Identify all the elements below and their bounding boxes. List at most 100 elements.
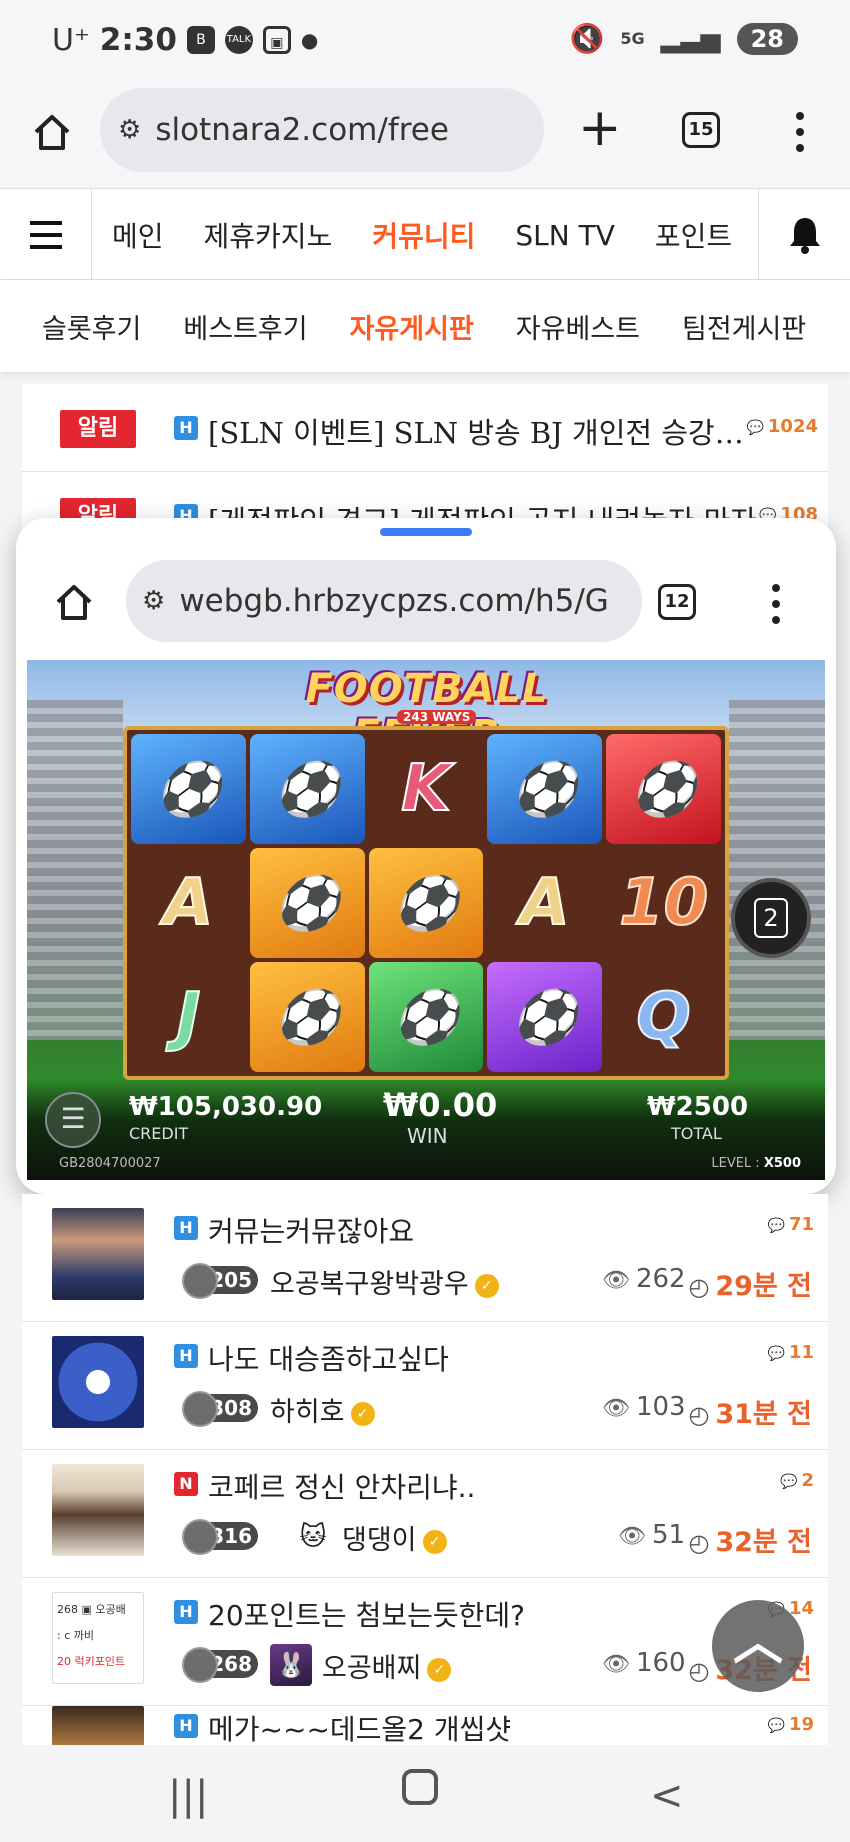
site-settings-icon[interactable]: ⚙ <box>118 115 141 145</box>
level-label: LEVEL : <box>711 1156 760 1171</box>
reel-symbol: ⚽ <box>487 962 603 1072</box>
reel-symbol: K <box>400 751 452 827</box>
post-thumbnail <box>52 1336 144 1428</box>
popup-url-bar[interactable]: ⚙ webgb.hrbzycpzs.com/h5/G <box>126 560 642 642</box>
author-name: 댕댕이 <box>342 1525 417 1556</box>
ways-badge: 243 WAYS <box>397 710 477 724</box>
win-value: ₩0.00 <box>383 1086 498 1124</box>
post-author[interactable]: 오공복구왕박광우 ✓ <box>270 1262 499 1301</box>
free-spin-counter[interactable]: 2 <box>731 878 811 958</box>
home-button-icon[interactable] <box>402 1769 438 1805</box>
dot-icon: ● <box>300 28 319 52</box>
popup-url-text: webgb.hrbzycpzs.com/h5/G <box>179 583 609 619</box>
post-author[interactable]: 댕댕이 ✓ <box>342 1518 447 1557</box>
home-icon[interactable] <box>52 580 96 624</box>
thumb-text-line: 268 ▣ 오공배 <box>57 1603 126 1616</box>
comment-count: 1024 <box>746 416 818 437</box>
user-level-badge: 268 <box>182 1647 258 1683</box>
tab-switcher-button[interactable]: 15 <box>682 112 720 148</box>
new-badge: N <box>174 1472 198 1496</box>
post-row[interactable]: H 나도 대승좀하고싶다 11 308 하히호✓ 103 31분 전 <box>22 1322 828 1450</box>
stadium-stand-left <box>27 700 123 1040</box>
mute-icon: 🔇 <box>569 22 605 55</box>
system-navigation-bar: ||| < <box>0 1745 850 1842</box>
scroll-to-top-button[interactable]: ︿ <box>712 1600 804 1692</box>
notice-badge: 알림 <box>60 410 136 448</box>
notice-row[interactable]: 알림 H [SLN 이벤트] SLN 방송 BJ 개인전 승강제 … 1024 <box>22 384 828 472</box>
more-options-icon[interactable] <box>796 112 804 160</box>
nav-item-community[interactable]: 커뮤니티 <box>372 215 475 255</box>
reel-symbol: ⚽ <box>606 734 721 844</box>
nav-item-main[interactable]: 메인 <box>112 215 164 255</box>
user-level-badge: 308 <box>182 1391 258 1427</box>
comment-count: 71 <box>768 1214 814 1235</box>
post-title: 커뮤는커뮤잖아요 <box>208 1215 415 1248</box>
reel-symbol: A <box>163 865 215 941</box>
browser-toolbar: ⚙ slotnara2.com/free + 15 <box>0 86 850 188</box>
reel-symbol: ⚽ <box>249 848 365 958</box>
popup-more-options-icon[interactable] <box>772 584 780 632</box>
recent-apps-icon[interactable]: ||| <box>168 1773 208 1819</box>
popup-browser-window: ⚙ webgb.hrbzycpzs.com/h5/G 12 FOOTBALL F… <box>16 518 836 1194</box>
verified-icon: ✓ <box>427 1657 452 1682</box>
kakaotalk-icon: TALK <box>224 26 253 54</box>
new-tab-icon[interactable]: + <box>578 98 622 158</box>
subnav-free-board[interactable]: 자유게시판 <box>350 307 474 346</box>
bell-icon[interactable] <box>758 189 850 281</box>
subnav-slot-review[interactable]: 슬롯후기 <box>42 307 141 346</box>
back-icon[interactable]: < <box>650 1773 684 1819</box>
notice-title: [SLN 이벤트] SLN 방송 BJ 개인전 승강제 … <box>208 416 764 450</box>
url-bar[interactable]: ⚙ slotnara2.com/free <box>100 88 544 172</box>
comment-count: 2 <box>780 1470 814 1491</box>
game-menu-icon[interactable]: ☰ <box>45 1092 101 1148</box>
reel-symbol: ⚽ <box>249 962 365 1072</box>
subnav-team-board[interactable]: 팀전게시판 <box>682 307 806 346</box>
community-sub-nav: 슬롯후기 베스트후기 자유게시판 자유베스트 팀전게시판 <box>0 280 850 372</box>
home-icon[interactable] <box>30 110 74 154</box>
verified-icon: ✓ <box>350 1401 375 1426</box>
user-avatar: 🐱 <box>292 1516 334 1558</box>
hot-badge: H <box>174 1344 198 1368</box>
slot-reels: ⚽ ⚽ K ⚽ ⚽ A ⚽ ⚽ A 10 J ⚽ ⚽ ⚽ Q <box>123 726 729 1080</box>
post-title: 메가~~~데드올2 개씹샷 <box>208 1713 512 1746</box>
game-control-bar: ☰ ₩105,030.90 CREDIT ₩0.00 WIN ₩2500 TOT… <box>27 1080 825 1180</box>
nav-item-partner-casino[interactable]: 제휴카지노 <box>204 215 333 255</box>
post-time: 29분 전 <box>688 1264 812 1303</box>
hot-badge: H <box>174 1216 198 1240</box>
hot-badge: H <box>174 416 198 440</box>
chevron-up-icon: ︿ <box>733 1613 783 1671</box>
slot-game-canvas[interactable]: FOOTBALL FEVER 243 WAYS ⚽ ⚽ K ⚽ ⚽ A ⚽ ⚽ … <box>27 660 825 1180</box>
author-name: 오공복구왕박광우 <box>270 1269 469 1300</box>
post-row[interactable]: 268 ▣ 오공배 : c 까비 20 럭키포인트 H 20포인트는 첨보는듯한… <box>22 1578 828 1706</box>
post-author[interactable]: 하히호 ✓ <box>270 1390 375 1429</box>
drag-handle[interactable] <box>380 528 472 536</box>
subnav-free-best[interactable]: 자유베스트 <box>516 307 640 346</box>
post-title: 20포인트는 첨보는듯한데? <box>208 1599 525 1632</box>
carrier-label: U⁺ <box>52 22 90 58</box>
clock: 2:30 <box>99 22 177 58</box>
status-bar: U⁺ 2:30 B TALK ▣ ● 🔇 5G ▂▃▅ 28 <box>0 0 850 86</box>
nav-item-sln-tv[interactable]: SLN TV <box>515 219 614 252</box>
reel-symbol: J <box>175 979 201 1055</box>
verified-icon: ✓ <box>422 1529 447 1554</box>
post-row[interactable]: N 코페르 정신 안차리냐.. 2 316 🐱 댕댕이✓ 51 32분 전 <box>22 1450 828 1578</box>
popup-tab-switcher-button[interactable]: 12 <box>658 584 696 620</box>
reel-symbol: ⚽ <box>249 734 365 844</box>
level-indicator: LEVEL : X500 <box>711 1156 801 1171</box>
hamburger-menu-icon[interactable] <box>0 189 92 281</box>
nav-item-point[interactable]: 포인트 <box>655 215 732 255</box>
win-label: WIN <box>407 1124 448 1148</box>
reel-symbol: 10 <box>618 865 709 941</box>
site-settings-icon[interactable]: ⚙ <box>142 586 165 616</box>
reel-symbol: ⚽ <box>131 734 246 844</box>
post-row[interactable]: H 메가~~~데드올2 개씹샷 19 <box>22 1706 828 1746</box>
post-thumbnail <box>52 1706 144 1746</box>
post-author[interactable]: 오공배찌 ✓ <box>322 1646 452 1685</box>
url-text: slotnara2.com/free <box>155 112 449 148</box>
comment-count: 11 <box>768 1342 814 1363</box>
post-title: 나도 대승좀하고싶다 <box>208 1343 449 1376</box>
author-name: 하히호 <box>270 1397 345 1428</box>
subnav-best-review[interactable]: 베스트후기 <box>183 307 307 346</box>
post-row[interactable]: H 커뮤는커뮤잖아요 71 205 오공복구왕박광우✓ 262 29분 전 <box>22 1194 828 1322</box>
hot-badge: H <box>174 1714 198 1738</box>
